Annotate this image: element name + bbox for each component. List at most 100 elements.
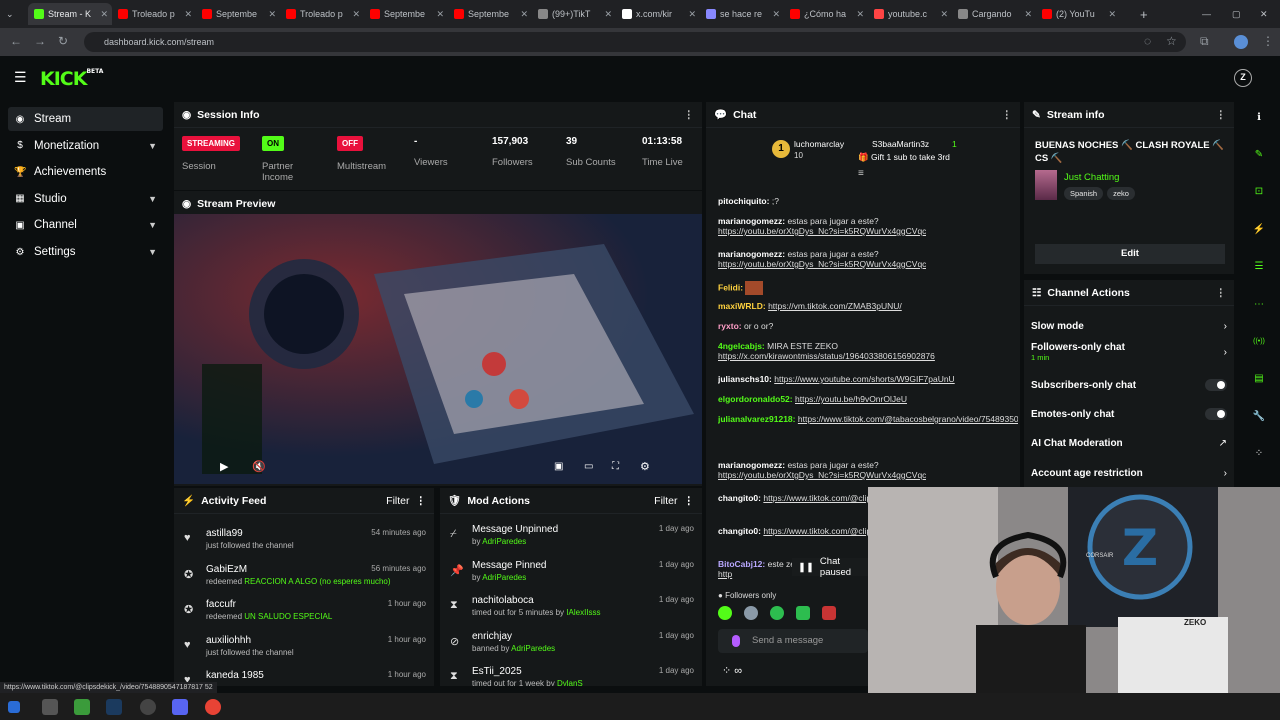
pencil-icon[interactable]: ✎: [1248, 143, 1270, 165]
hamburger-icon[interactable]: ☰: [14, 69, 27, 86]
stream-preview-video[interactable]: ▶ 🔇 ▣ ▭ ⛶ ⚙: [174, 214, 702, 484]
user-avatar[interactable]: Z: [1234, 69, 1252, 87]
chat-username[interactable]: julianalvarez91218:: [718, 414, 796, 424]
activity-user[interactable]: kaneda 1985: [206, 670, 264, 681]
chat-link[interactable]: https://x.com/kirawontmiss/status/196403…: [718, 351, 935, 361]
channel-action-row[interactable]: Slow mode ›: [1031, 316, 1227, 336]
settings-gear-icon[interactable]: ⚙: [640, 460, 650, 473]
gifter-name[interactable]: S3baaMartin3z: [872, 139, 929, 149]
close-tab-icon[interactable]: ✕: [1024, 9, 1036, 20]
browser-tab[interactable]: youtube.c ✕: [868, 3, 952, 25]
more-icon[interactable]: ⋮: [1002, 109, 1013, 121]
chat-paused-button[interactable]: ❚❚ Chat paused: [792, 556, 872, 578]
close-tab-icon[interactable]: ✕: [436, 9, 448, 20]
chat-link[interactable]: https://www.tiktok.com/@clipsdekick: [763, 526, 868, 536]
mod-action-title[interactable]: Message Unpinned: [472, 524, 558, 535]
sidebar-item-achievements[interactable]: 🏆 Achievements: [8, 160, 163, 184]
chat-link[interactable]: https://youtu.be/orXtgDys_Nc?si=k5RQWurV…: [718, 470, 926, 480]
close-tab-icon[interactable]: ✕: [184, 9, 196, 20]
browser-tab[interactable]: (99+)TikT ✕: [532, 3, 616, 25]
chat-username[interactable]: ryxto:: [718, 321, 742, 331]
more-icon[interactable]: ⋮: [416, 495, 427, 507]
close-window-button[interactable]: ✕: [1254, 3, 1274, 25]
maximize-button[interactable]: ▢: [1226, 3, 1246, 25]
emote-icon[interactable]: [796, 606, 810, 620]
top-gifter-name[interactable]: luchomarclay: [794, 139, 844, 149]
chevron-right-icon[interactable]: ›: [1224, 347, 1227, 358]
chat-link[interactable]: https://youtu.be/h9vOnrOlJeU: [795, 394, 907, 404]
chat-username[interactable]: changito0:: [718, 493, 761, 503]
channel-action-row[interactable]: Followers-only chat 1 min ›: [1031, 342, 1227, 362]
channel-action-row[interactable]: Emotes-only chat: [1031, 404, 1227, 424]
browser-tab[interactable]: x.com/kir ✕: [616, 3, 700, 25]
back-icon[interactable]: ←: [10, 34, 22, 48]
grid-icon[interactable]: ▤: [1248, 368, 1270, 390]
more-icon[interactable]: ⋮: [684, 109, 695, 121]
close-tab-icon[interactable]: ✕: [604, 9, 616, 20]
sidebar-item-monetization[interactable]: $ Monetization ▼: [8, 134, 163, 158]
chat-username[interactable]: marianogomezz:: [718, 216, 785, 226]
chat-link[interactable]: https://youtu.be/orXtgDys_Nc?si=k5RQWurV…: [718, 226, 926, 236]
activity-filter-button[interactable]: Filter: [386, 495, 409, 507]
close-tab-icon[interactable]: ✕: [688, 9, 700, 20]
tab-search-button[interactable]: ⌄: [0, 3, 28, 25]
close-tab-icon[interactable]: ✕: [268, 9, 280, 20]
pip-icon[interactable]: ▣: [554, 461, 563, 472]
chevron-down-icon[interactable]: ▼: [148, 141, 157, 151]
emote-icon[interactable]: [718, 606, 732, 620]
close-tab-icon[interactable]: ✕: [352, 9, 364, 20]
sidebar-item-studio[interactable]: ▦ Studio ▼: [8, 187, 163, 211]
mute-icon[interactable]: 🔇: [252, 460, 266, 473]
broadcast-icon[interactable]: ((•)): [1248, 330, 1270, 352]
close-tab-icon[interactable]: ✕: [772, 9, 784, 20]
sidebar-item-stream[interactable]: ◉ Stream: [8, 107, 163, 131]
chevron-down-icon[interactable]: ▼: [148, 247, 157, 257]
chat-username[interactable]: Felidi:: [718, 282, 743, 292]
browser-tab[interactable]: se hace re ✕: [700, 3, 784, 25]
mod-user[interactable]: AdriParedes: [511, 644, 555, 653]
chat-link[interactable]: https://www.tiktok.com/@clipsdekick: [763, 493, 868, 503]
chat-username[interactable]: 4ngelcabjs:: [718, 341, 765, 351]
chevron-right-icon[interactable]: ›: [1224, 468, 1227, 479]
collapse-icon[interactable]: ≡: [858, 168, 864, 179]
emote-icon[interactable]: [822, 606, 836, 620]
forward-icon[interactable]: →: [34, 34, 46, 48]
sidebar-item-settings[interactable]: ⚙ Settings ▼: [8, 240, 163, 264]
emote-icon[interactable]: [770, 606, 784, 620]
mod-action-title[interactable]: enrichjay: [472, 631, 512, 642]
chat-username[interactable]: changito0:: [718, 526, 761, 536]
close-tab-icon[interactable]: ✕: [520, 9, 532, 20]
message-input-box[interactable]: Send a message: [718, 629, 868, 653]
browser-tab[interactable]: Septembe ✕: [196, 3, 280, 25]
gift-row[interactable]: 🎁 Gift 1 sub to take 3rd: [858, 152, 950, 163]
chat-link[interactable]: http: [718, 569, 732, 579]
chat-username[interactable]: BitoCabj12:: [718, 559, 765, 569]
discord-icon[interactable]: [172, 699, 188, 715]
channel-action-row[interactable]: Account age restriction ›: [1031, 463, 1227, 483]
chat-icon[interactable]: ⋯: [1248, 293, 1270, 315]
list-icon[interactable]: ☰: [1248, 256, 1270, 278]
browser-tab[interactable]: (2) YouTu ✕: [1036, 3, 1120, 25]
fullscreen-icon[interactable]: ⛶: [612, 461, 619, 472]
theater-icon[interactable]: ▭: [584, 461, 593, 472]
more-icon[interactable]: ⋮: [1216, 287, 1227, 299]
channel-action-row[interactable]: Subscribers-only chat: [1031, 375, 1227, 395]
profile-avatar[interactable]: [1234, 35, 1248, 49]
emote-icon[interactable]: [744, 606, 758, 620]
chat-username[interactable]: marianogomezz:: [718, 460, 785, 470]
extensions-icon[interactable]: ⧉: [1200, 34, 1209, 49]
chat-username[interactable]: maxiWRLD:: [718, 301, 766, 311]
browser-tab[interactable]: ¿Cómo ha ✕: [784, 3, 868, 25]
star-icon[interactable]: ☆: [1166, 34, 1177, 48]
steam-icon[interactable]: [106, 699, 122, 715]
url-input[interactable]: dashboard.kick.com/stream: [84, 32, 1186, 52]
browser-tab[interactable]: Septembe ✕: [448, 3, 532, 25]
eye-off-icon[interactable]: ◌: [1144, 34, 1151, 48]
edit-stream-info-button[interactable]: Edit: [1035, 244, 1225, 264]
category-name[interactable]: Just Chatting: [1064, 172, 1119, 183]
play-icon[interactable]: ▶: [220, 460, 228, 473]
chat-username[interactable]: marianogomezz:: [718, 249, 785, 259]
chat-link[interactable]: https://www.tiktok.com/@tabacosbelgrano/…: [798, 414, 1018, 424]
toggle-switch[interactable]: [1205, 408, 1227, 420]
close-tab-icon[interactable]: ✕: [1108, 9, 1120, 20]
